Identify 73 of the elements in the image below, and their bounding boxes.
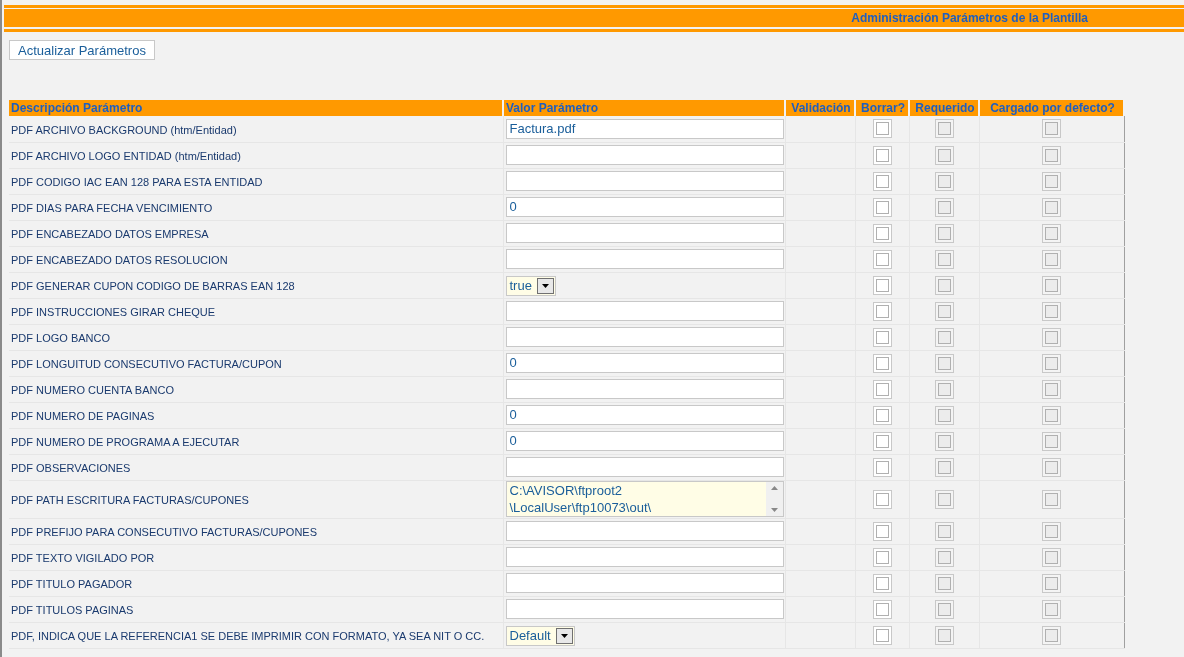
- parameter-label: PDF ENCABEZADO DATOS EMPRESA: [11, 228, 209, 240]
- checkbox[interactable]: [872, 405, 892, 425]
- input-field[interactable]: [505, 171, 784, 191]
- scrollbar[interactable]: [765, 482, 783, 516]
- column-header: Borrar?: [855, 100, 909, 116]
- input-field[interactable]: [505, 573, 784, 593]
- checkbox[interactable]: [872, 379, 892, 399]
- parameter-label: PDF ENCABEZADO DATOS RESOLUCION: [11, 254, 228, 266]
- parameter-label: PDF CODIGO IAC EAN 128 PARA ESTA ENTIDAD: [11, 176, 263, 188]
- down-arrow-icon[interactable]: [770, 508, 778, 512]
- checkbox[interactable]: [872, 573, 892, 593]
- caret-icon: [555, 627, 573, 644]
- parameter-label: PDF PREFIJO PARA CONSECUTIVO FACTURAS/CUPONES: [11, 526, 317, 538]
- parameter-label: PDF ARCHIVO LOGO ENTIDAD (htm/Entidad): [11, 150, 241, 162]
- caret-icon: [536, 277, 554, 294]
- checkbox[interactable]: [872, 599, 892, 619]
- input-field[interactable]: [505, 547, 784, 567]
- parameter-label: PDF INSTRUCCIONES GIRAR CHEQUE: [11, 306, 216, 318]
- parameter-label: PDF, INDICA QUE LA REFERENCIA1 SE DEBE IMPRIMIR CON FORMATO, YA SEA NIT O CC.: [11, 630, 485, 642]
- checkbox[interactable]: [872, 327, 892, 347]
- column-header: Cargado por defecto?: [979, 100, 1124, 116]
- parameter-label: PDF DIAS PARA FECHA VENCIMIENTO: [11, 202, 213, 214]
- checkbox[interactable]: [872, 301, 892, 321]
- checkbox[interactable]: [872, 457, 892, 477]
- input-field[interactable]: [505, 145, 784, 165]
- update-button[interactable]: Actualizar Parámetros: [9, 40, 155, 60]
- parameter-label: PDF NUMERO DE PAGINAS: [11, 410, 155, 422]
- parameter-label: PDF LOGO BANCO: [11, 332, 111, 344]
- input-field[interactable]: [505, 379, 784, 399]
- column-header: Validación: [785, 100, 855, 116]
- checkbox[interactable]: [872, 547, 892, 567]
- input-field[interactable]: 0: [505, 197, 784, 217]
- parameter-label: PDF TITULO PAGADOR: [11, 578, 133, 590]
- parameter-label: PDF PATH ESCRITURA FACTURAS/CUPONES: [11, 494, 249, 506]
- checkbox[interactable]: [872, 275, 892, 295]
- input-field[interactable]: [505, 457, 784, 477]
- checkbox[interactable]: [872, 119, 892, 139]
- column-header: Descripción Parámetro: [9, 100, 503, 116]
- dropdown[interactable]: true: [505, 275, 556, 296]
- input-field[interactable]: [505, 327, 784, 347]
- input-field[interactable]: [505, 521, 784, 541]
- input-field[interactable]: 0: [505, 405, 784, 425]
- checkbox[interactable]: [872, 489, 892, 509]
- checkbox[interactable]: [872, 249, 892, 269]
- dropdown[interactable]: Default: [505, 625, 575, 646]
- checkbox[interactable]: [872, 625, 892, 645]
- input-field[interactable]: 0: [505, 353, 784, 373]
- parameter-label: PDF GENERAR CUPON CODIGO DE BARRAS EAN 128: [11, 280, 295, 292]
- parameter-label: PDF NUMERO DE PROGRAMA A EJECUTAR: [11, 436, 240, 448]
- input-field[interactable]: 0: [505, 431, 784, 451]
- parameter-label: PDF ARCHIVO BACKGROUND (htm/Entidad): [11, 123, 237, 136]
- checkbox[interactable]: [872, 145, 892, 165]
- page-title: Administración Parámetros de la Plantilla: [851, 10, 1088, 27]
- parameter-label: PDF LONGUITUD CONSECUTIVO FACTURA/CUPON: [11, 358, 282, 370]
- input-field[interactable]: [505, 599, 784, 619]
- parameter-label: PDF TEXTO VIGILADO POR: [11, 552, 155, 564]
- input-field[interactable]: [505, 223, 784, 243]
- parameter-label: PDF TITULOS PAGINAS: [11, 604, 134, 616]
- input-field[interactable]: [505, 249, 784, 269]
- input-field[interactable]: [505, 301, 784, 321]
- checkbox[interactable]: [872, 171, 892, 191]
- input-field[interactable]: Factura.pdf: [505, 118, 784, 139]
- up-arrow-icon[interactable]: [770, 486, 778, 490]
- parameter-label: PDF OBSERVACIONES: [11, 462, 131, 474]
- checkbox[interactable]: [872, 521, 892, 541]
- checkbox[interactable]: [872, 431, 892, 451]
- text-area[interactable]: C:\AVISOR\ftproot2 \LocalUser\ftp10073\out\: [505, 481, 784, 517]
- checkbox[interactable]: [872, 197, 892, 217]
- column-header: Valor Parámetro: [503, 100, 785, 116]
- checkbox[interactable]: [872, 223, 892, 243]
- parameter-label: PDF NUMERO CUENTA BANCO: [11, 384, 174, 396]
- checkbox[interactable]: [872, 353, 892, 373]
- column-header: Requerido: [909, 100, 979, 116]
